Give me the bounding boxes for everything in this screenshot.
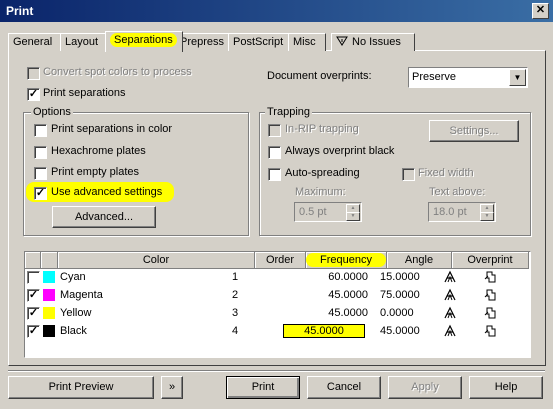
angle-column-header[interactable]: Angle	[387, 252, 452, 269]
trapping-group-title: Trapping	[265, 106, 313, 118]
color-swatch	[43, 325, 55, 337]
options-group-title: Options	[31, 106, 73, 118]
fill-overprint-icon[interactable]	[483, 288, 497, 305]
text-above-spinner[interactable]: 18.0 pt ▲ ▼	[428, 202, 496, 222]
fixed-width-checkbox[interactable]	[402, 168, 415, 181]
print-separations-label: Print separations	[43, 87, 126, 99]
advanced-button[interactable]: Advanced...	[52, 206, 156, 228]
order-cell: 1	[232, 271, 239, 283]
angle-cell: 0.0000	[380, 307, 414, 319]
tab-no-issues-label: No Issues	[352, 36, 401, 48]
tab-misc[interactable]: Misc	[288, 33, 326, 51]
convert-spot-label: Convert spot colors to process	[43, 66, 192, 78]
doc-overprints-label: Document overprints:	[267, 70, 372, 82]
color-name-cell: Magenta	[60, 289, 103, 301]
frequency-header-label: Frequency	[306, 253, 386, 267]
text-above-label: Text above:	[429, 186, 486, 198]
doc-overprints-select[interactable]: Preserve ▼	[408, 67, 528, 88]
tab-separations-label: Separations	[110, 33, 177, 47]
tab-no-issues[interactable]: No Issues	[331, 33, 415, 51]
order-cell: 3	[232, 307, 239, 319]
expand-preview-button[interactable]: »	[161, 376, 183, 399]
spin-down-icon[interactable]: ▼	[346, 212, 360, 221]
hexachrome-label: Hexachrome plates	[51, 145, 146, 157]
row-checkbox[interactable]: ✓	[27, 289, 40, 302]
text-overprint-icon[interactable]	[443, 270, 457, 287]
frequency-cell[interactable]: 45.0000	[306, 307, 368, 319]
window-title: Print	[6, 4, 34, 18]
in-rip-checkbox[interactable]	[268, 124, 281, 137]
text-above-value: 18.0 pt	[433, 206, 467, 218]
tab-separations[interactable]: Separations	[105, 31, 183, 52]
frequency-cell[interactable]: 60.0000	[306, 271, 368, 283]
spin-down-icon[interactable]: ▼	[480, 212, 494, 221]
empty-plates-label: Print empty plates	[51, 166, 140, 178]
tab-postscript[interactable]: PostScript	[228, 33, 295, 51]
print-preview-button[interactable]: Print Preview	[8, 376, 154, 399]
advanced-settings-label: Use advanced settings	[51, 186, 163, 198]
swatch-column-header	[41, 252, 58, 269]
color-name-cell: Yellow	[60, 307, 92, 319]
in-color-checkbox[interactable]	[34, 124, 47, 137]
in-color-label: Print separations in color	[51, 123, 173, 135]
fill-overprint-icon[interactable]	[483, 306, 497, 323]
print-button[interactable]: Print	[226, 376, 300, 399]
trapping-settings-button[interactable]: Settings...	[429, 120, 519, 142]
color-column-header[interactable]: Color	[58, 252, 255, 269]
fill-overprint-icon[interactable]	[483, 324, 497, 341]
fixed-width-label: Fixed width	[418, 167, 474, 179]
print-separations-checkbox[interactable]: ✓	[27, 88, 40, 101]
auto-spreading-checkbox[interactable]	[268, 168, 281, 181]
frequency-cell[interactable]: 45.0000	[283, 324, 365, 338]
check-column-header	[25, 252, 41, 269]
close-button[interactable]: ✕	[532, 3, 549, 19]
color-name-cell: Cyan	[60, 271, 86, 283]
text-overprint-icon[interactable]	[443, 306, 457, 323]
hexachrome-checkbox[interactable]	[34, 146, 47, 159]
order-cell: 2	[232, 289, 239, 301]
color-name-cell: Black	[60, 325, 87, 337]
auto-spreading-label: Auto-spreading	[285, 167, 360, 179]
apply-button[interactable]: Apply	[388, 376, 462, 399]
order-cell: 4	[232, 325, 239, 337]
frequency-cell[interactable]: 45.0000	[306, 289, 368, 301]
overprint-column-header[interactable]: Overprint	[452, 252, 529, 269]
row-checkbox[interactable]: ✓	[27, 325, 40, 338]
color-swatch	[43, 307, 55, 319]
divider	[8, 370, 545, 372]
row-checkbox[interactable]: ✓	[27, 307, 40, 320]
doc-overprints-value: Preserve	[412, 71, 457, 83]
always-overprint-checkbox[interactable]	[268, 146, 281, 159]
chevron-down-icon[interactable]: ▼	[509, 69, 526, 86]
help-button[interactable]: Help	[469, 376, 543, 399]
fill-overprint-icon[interactable]	[483, 270, 497, 287]
cancel-button[interactable]: Cancel	[307, 376, 381, 399]
print-preview-label: Print Preview	[48, 381, 114, 393]
order-column-header[interactable]: Order	[255, 252, 306, 269]
frequency-column-header[interactable]: Frequency	[306, 252, 387, 269]
tab-general[interactable]: General	[8, 33, 62, 51]
angle-cell: 15.0000	[380, 271, 420, 283]
angle-cell: 45.0000	[380, 325, 420, 337]
tab-layout[interactable]: Layout	[60, 33, 108, 51]
convert-spot-checkbox[interactable]	[27, 67, 40, 80]
maximum-value: 0.5 pt	[299, 206, 327, 218]
in-rip-label: In-RIP trapping	[285, 123, 359, 135]
color-swatch	[43, 289, 55, 301]
advanced-settings-checkbox[interactable]: ✓	[34, 187, 47, 200]
always-overprint-label: Always overprint black	[285, 145, 395, 157]
angle-cell: 75.0000	[380, 289, 420, 301]
tab-prepress[interactable]: Prepress	[175, 33, 234, 51]
empty-plates-checkbox[interactable]	[34, 167, 47, 180]
title-bar: Print ✕	[0, 0, 553, 22]
text-overprint-icon[interactable]	[443, 288, 457, 305]
text-overprint-icon[interactable]	[443, 324, 457, 341]
maximum-spinner[interactable]: 0.5 pt ▲ ▼	[294, 202, 362, 222]
color-swatch	[43, 271, 55, 283]
separations-table: Color Order Frequency Angle Overprint Cy…	[24, 251, 531, 358]
row-checkbox[interactable]	[27, 271, 40, 284]
no-issues-icon	[336, 36, 348, 46]
maximum-label: Maximum:	[295, 186, 346, 198]
